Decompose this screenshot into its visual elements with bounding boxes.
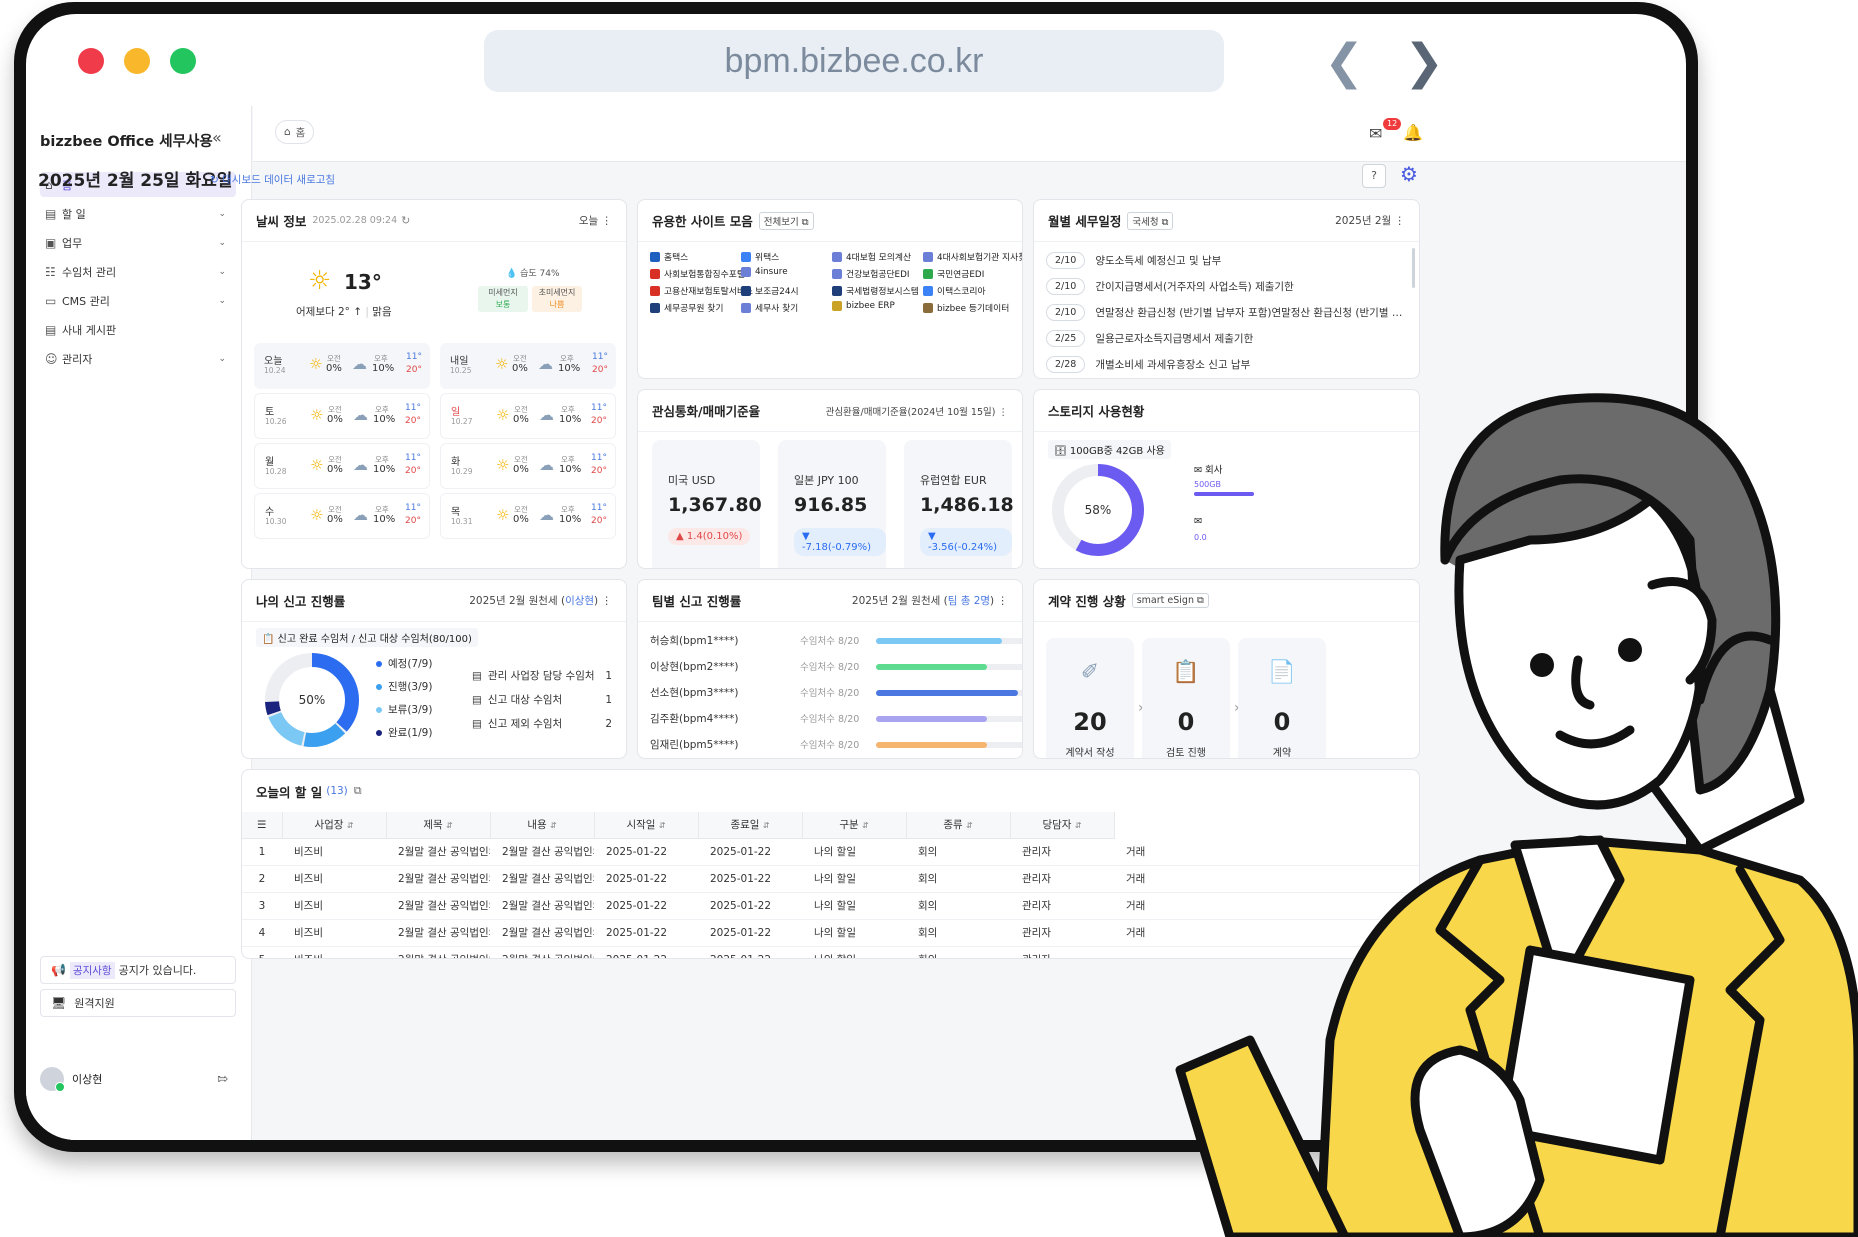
marketing-scene: bpm.bizbee.co.kr ❮ ❯ bizzbee Office 세무사용… <box>0 0 1858 1237</box>
woman-illustration <box>1175 393 1858 1237</box>
